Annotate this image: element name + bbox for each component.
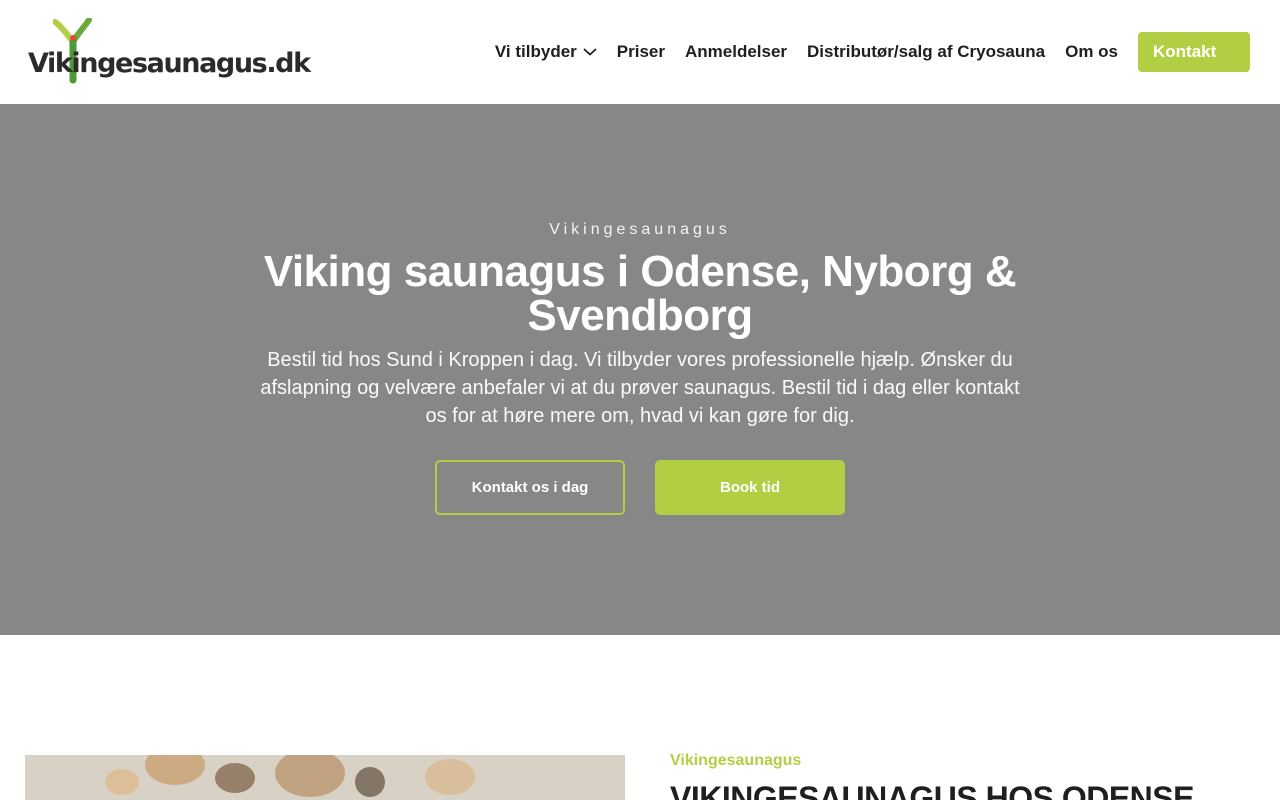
- site-logo[interactable]: Vikingesaunagus.dk: [28, 18, 311, 86]
- chevron-down-icon: [583, 48, 597, 56]
- hero-text: Bestil tid hos Sund i Kroppen i dag. Vi …: [260, 349, 1020, 427]
- nav-item-label: Anmeldelser: [684, 42, 788, 61]
- nav-item-label: Distributør/salg af Cryosauna: [807, 42, 1046, 61]
- nav-item-om-os[interactable]: Om os: [1065, 42, 1118, 62]
- site-header: Vikingesaunagus.dk Vi tilbyder Priser An…: [0, 0, 1280, 104]
- nav-item-anmeldelser[interactable]: Anmeldelser: [685, 42, 787, 62]
- nav-item-distributor[interactable]: Distributør/salg af Cryosauna: [807, 42, 1045, 62]
- sauna-photo: [25, 755, 625, 800]
- hero-section: Vikingesaunagus Viking saunagus i Odense…: [0, 104, 1280, 635]
- kontakt-os-button[interactable]: Kontakt os i dag: [435, 460, 625, 515]
- book-tid-button[interactable]: Book tid: [655, 460, 845, 515]
- nav-item-priser[interactable]: Priser: [617, 42, 665, 62]
- nav-item-label: Vi tilbyder: [494, 42, 577, 61]
- main-nav: Vi tilbyder Priser Anmeldelser Distribut…: [495, 32, 1250, 72]
- nav-item-vi-tilbyder[interactable]: Vi tilbyder: [495, 42, 597, 62]
- kontakt-button[interactable]: Kontakt: [1138, 32, 1250, 72]
- logo-text: Vikingesaunagus.dk: [28, 48, 311, 79]
- section-title: VIKINGESAUNAGUS HOS ODENSE: [670, 780, 1194, 800]
- hero-eyebrow: Vikingesaunagus: [549, 221, 731, 238]
- nav-item-label: Priser: [616, 42, 665, 61]
- section-eyebrow: Vikingesaunagus: [670, 752, 802, 769]
- hero-title: Viking saunagus i Odense, Nyborg & Svend…: [263, 247, 1017, 340]
- nav-item-label: Om os: [1065, 42, 1118, 61]
